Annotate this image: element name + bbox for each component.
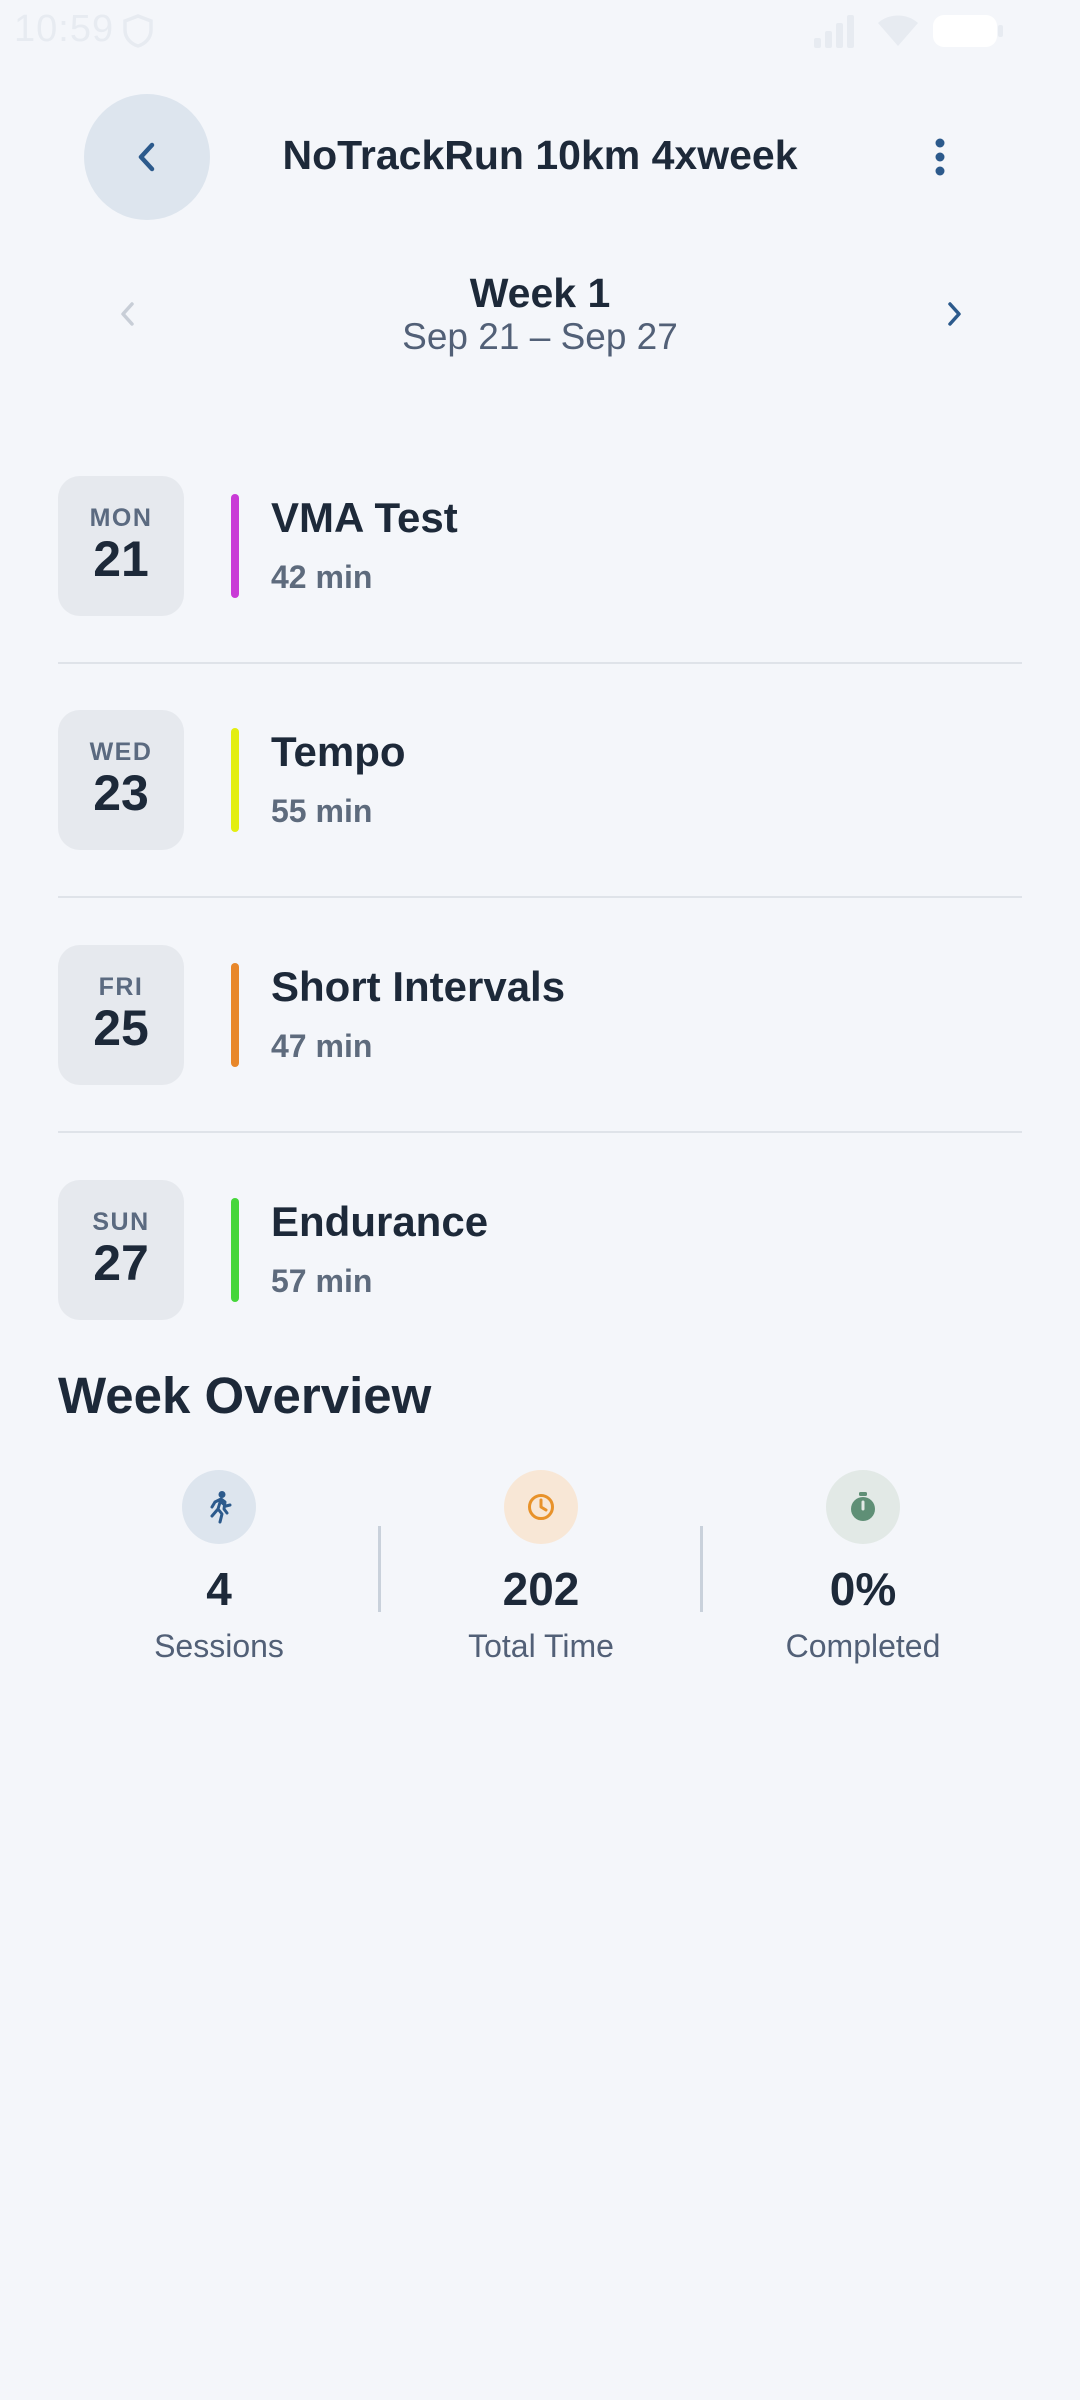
divider <box>58 662 1022 664</box>
session-item-short-intervals[interactable]: FRI 25 Short Intervals 47 min <box>58 945 1022 1085</box>
signal-icon <box>814 15 854 48</box>
session-name: Endurance <box>271 1198 489 1245</box>
shield-icon <box>123 14 153 48</box>
session-item-endurance[interactable]: SUN 27 Endurance 57 min <box>58 1180 1022 1320</box>
session-item-vma-test[interactable]: MON 21 VMA Test 42 min <box>58 476 1022 616</box>
divider <box>58 1131 1022 1133</box>
stat-icon-badge <box>182 1470 256 1544</box>
session-day-number: 21 <box>93 531 149 587</box>
stat-icon-badge <box>826 1470 900 1544</box>
session-color-bar <box>231 728 239 832</box>
stat-total-time: 202 Total Time <box>380 1470 702 1670</box>
more-options-button[interactable] <box>910 124 970 190</box>
session-name: Short Intervals <box>271 963 566 1010</box>
chevron-left-icon <box>138 142 155 172</box>
stat-value: 4 <box>206 1563 232 1615</box>
session-duration: 42 min <box>271 559 373 595</box>
battery-icon <box>933 15 1003 47</box>
week-title: Week 1 <box>469 270 611 316</box>
chevron-right-icon <box>948 302 961 326</box>
session-date-badge: MON 21 <box>58 476 184 616</box>
session-day-number: 25 <box>93 1000 149 1056</box>
session-duration: 47 min <box>271 1028 373 1064</box>
session-day-of-week: MON <box>89 504 153 532</box>
session-color-bar <box>231 963 239 1067</box>
week-navigator: Week 1 Sep 21 – Sep 27 <box>0 264 1080 374</box>
stat-icon-badge <box>504 1470 578 1544</box>
more-vert-icon <box>935 138 945 176</box>
stat-sessions: 4 Sessions <box>58 1470 380 1670</box>
session-date-badge: SUN 27 <box>58 1180 184 1320</box>
week-date-range: Sep 21 – Sep 27 <box>402 316 678 357</box>
app-header: NoTrackRun 10km 4xweek <box>0 94 1080 222</box>
runner-icon <box>210 1491 232 1524</box>
session-duration: 57 min <box>271 1263 373 1299</box>
stat-completed: 0% Completed <box>702 1470 1024 1670</box>
session-color-bar <box>231 1198 239 1302</box>
stat-label: Total Time <box>468 1628 614 1664</box>
status-time: 10:59 <box>14 8 115 50</box>
status-bar: 10:59 <box>0 0 1080 60</box>
stopwatch-icon <box>851 1492 875 1521</box>
session-date-badge: WED 23 <box>58 710 184 850</box>
session-name: Tempo <box>271 728 406 775</box>
previous-week-button[interactable] <box>104 290 152 338</box>
session-duration: 55 min <box>271 793 373 829</box>
session-color-bar <box>231 494 239 598</box>
next-week-button[interactable] <box>930 290 978 338</box>
session-day-of-week: WED <box>89 738 153 766</box>
session-day-of-week: FRI <box>98 973 144 1001</box>
wifi-icon <box>878 15 918 46</box>
session-day-number: 23 <box>93 765 149 821</box>
week-overview-title: Week Overview <box>58 1367 432 1424</box>
back-button[interactable] <box>84 94 210 220</box>
page-title: NoTrackRun 10km 4xweek <box>282 132 798 178</box>
session-name: VMA Test <box>271 494 458 541</box>
stat-value: 202 <box>502 1563 580 1615</box>
chevron-left-icon <box>121 302 134 326</box>
stat-label: Sessions <box>154 1628 284 1664</box>
stat-label: Completed <box>785 1628 941 1664</box>
divider <box>58 896 1022 898</box>
session-date-badge: FRI 25 <box>58 945 184 1085</box>
session-item-tempo[interactable]: WED 23 Tempo 55 min <box>58 710 1022 850</box>
stat-value: 0% <box>829 1563 897 1615</box>
clock-icon <box>528 1494 554 1520</box>
session-day-number: 27 <box>93 1235 149 1291</box>
session-day-of-week: SUN <box>92 1208 150 1236</box>
